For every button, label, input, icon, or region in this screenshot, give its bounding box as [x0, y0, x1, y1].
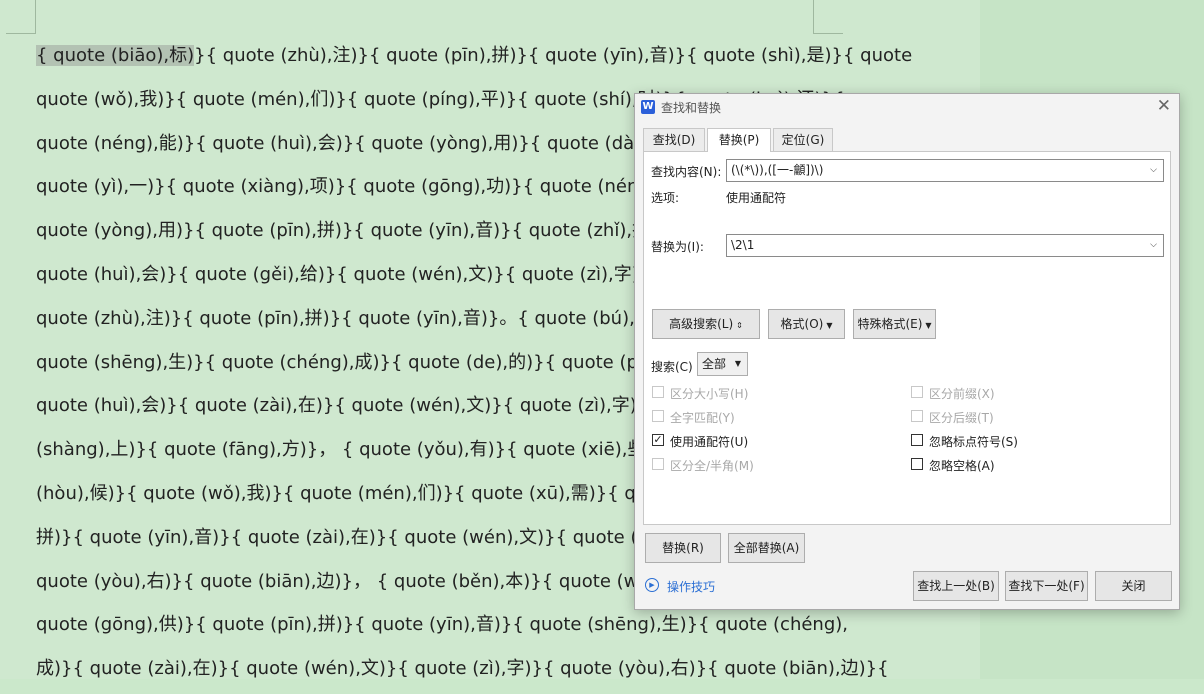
checkbox — [911, 410, 923, 422]
find-label: 查找内容(N): — [651, 165, 722, 179]
document-line[interactable]: quote (gōng),供)}{ quote (pīn),拼)}{ quote… — [36, 606, 848, 650]
tab-goto[interactable]: 定位(G) — [773, 128, 833, 151]
replace-label: 替换为(I): — [651, 240, 704, 254]
replace-panel: 查找内容(N): (\(*\)),([一-龥])\) ⌵ 选项: 使用通配符 替… — [643, 151, 1171, 525]
replace-input-value: \2\1 — [731, 238, 755, 252]
replace-input[interactable]: \2\1 ⌵ — [726, 234, 1164, 257]
search-scope-select[interactable]: 全部 ▼ — [697, 352, 748, 376]
search-scope-label: 搜索(C) — [651, 360, 693, 374]
checkbox-label: 区分全/半角(M) — [670, 459, 754, 473]
checkbox-label: 区分大小写(H) — [670, 387, 749, 401]
checkbox-label[interactable]: 忽略空格(A) — [929, 457, 995, 474]
document-line[interactable]: { quote (biāo),标)}{ quote (zhù),注)}{ quo… — [36, 37, 912, 81]
special-format-label: 特殊格式(E) — [857, 317, 923, 331]
dropdown-arrow-icon: ▼ — [826, 321, 833, 330]
checkbox-label: 全字匹配(Y) — [670, 411, 735, 425]
replace-button[interactable]: 替换(R) — [645, 533, 721, 563]
checkbox-label: 区分前缀(X) — [929, 387, 995, 401]
page-corner-mark-top-left — [6, 0, 36, 34]
advanced-search-button[interactable]: 高级搜索(L) ⇕ — [652, 309, 760, 339]
checkbox — [652, 410, 664, 422]
format-label: 格式(O) — [780, 317, 824, 331]
search-scope-value: 全部 — [702, 357, 727, 371]
chevron-down-icon[interactable]: ⌵ — [1150, 235, 1157, 256]
checkbox — [652, 386, 664, 398]
close-button[interactable]: 关闭 — [1095, 571, 1172, 601]
dialog-titlebar[interactable]: W 查找和替换 ✕ — [635, 94, 1179, 120]
find-input[interactable]: (\(*\)),([一-龥])\) ⌵ — [726, 159, 1164, 182]
dropdown-arrow-icon: ▼ — [734, 359, 741, 368]
chevron-down-icon[interactable]: ⌵ — [1150, 160, 1157, 181]
operation-tips-link[interactable]: 操作技巧 — [667, 578, 715, 595]
close-icon[interactable]: ✕ — [1157, 96, 1171, 116]
checkbox-label: 区分后缀(T) — [929, 411, 994, 425]
checkbox-checked[interactable]: ✓ — [652, 434, 664, 446]
checkbox-label[interactable]: 忽略标点符号(S) — [929, 433, 1018, 450]
replace-all-button[interactable]: 全部替换(A) — [728, 533, 805, 563]
advanced-search-label: 高级搜索(L) — [669, 317, 734, 331]
play-tips-icon[interactable]: ▶ — [645, 578, 659, 592]
wps-writer-icon: W — [641, 100, 655, 114]
options-label: 选项: — [651, 191, 680, 205]
checkbox[interactable] — [911, 434, 923, 446]
checkbox-label[interactable]: 使用通配符(U) — [670, 433, 748, 450]
find-input-value: (\(*\)),([一-龥])\) — [731, 163, 824, 177]
dialog-title: 查找和替换 — [661, 101, 722, 115]
options-value: 使用通配符 — [726, 191, 787, 205]
checkbox[interactable] — [911, 458, 923, 470]
find-previous-button[interactable]: 查找上一处(B) — [913, 571, 999, 601]
format-button[interactable]: 格式(O) ▼ — [768, 309, 845, 339]
checkbox — [911, 386, 923, 398]
tab-replace[interactable]: 替换(P) — [707, 128, 771, 152]
document-line[interactable]: 成)}{ quote (zài),在)}{ quote (wén),文)}{ q… — [36, 650, 889, 694]
special-format-button[interactable]: 特殊格式(E) ▼ — [853, 309, 936, 339]
page-corner-mark-top-right — [813, 0, 843, 34]
expand-collapse-icon: ⇕ — [736, 321, 743, 330]
dropdown-arrow-icon: ▼ — [925, 321, 932, 330]
find-next-button[interactable]: 查找下一处(F) — [1005, 571, 1088, 601]
checkbox — [652, 458, 664, 470]
tab-find[interactable]: 查找(D) — [643, 128, 705, 151]
find-replace-dialog: W 查找和替换 ✕ 查找(D) 替换(P) 定位(G) 查找内容(N): (\(… — [634, 93, 1180, 610]
